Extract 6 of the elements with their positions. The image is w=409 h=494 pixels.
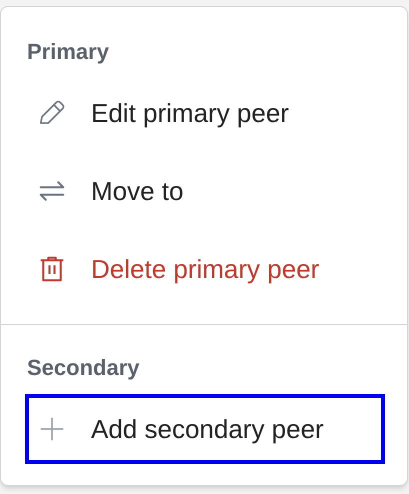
menu-item[interactable]: Delete primary peer <box>25 234 385 304</box>
menu-item[interactable]: Add secondary peer <box>25 394 385 464</box>
section-heading: Primary <box>27 38 110 66</box>
menu-item[interactable]: Move to <box>25 156 385 226</box>
section-heading: Secondary <box>27 354 140 382</box>
menu-item[interactable]: Edit primary peer <box>25 78 385 148</box>
